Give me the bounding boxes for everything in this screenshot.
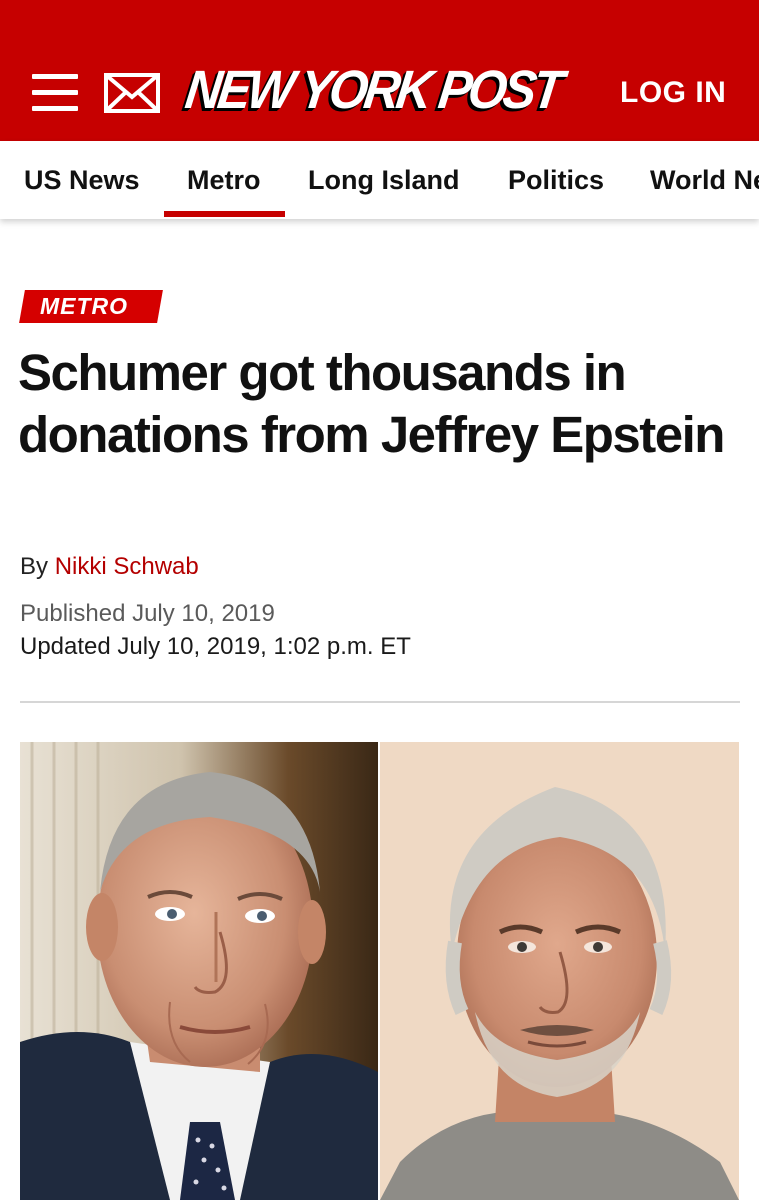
nav-item-world-news[interactable]: World Ne (650, 163, 759, 197)
photo-right-mugshot (380, 742, 739, 1200)
site-header: NEW YORK POST LOG IN (0, 0, 759, 141)
site-logo[interactable]: NEW YORK POST (182, 56, 563, 124)
nav-item-metro[interactable]: Metro (187, 163, 261, 197)
mail-icon[interactable] (104, 73, 160, 113)
author-link[interactable]: Nikki Schwab (55, 553, 199, 580)
byline: By Nikki Schwab (20, 552, 199, 582)
photo-left-portrait (20, 742, 378, 1200)
hamburger-menu-icon[interactable] (32, 74, 78, 112)
login-button[interactable]: LOG IN (620, 74, 726, 112)
nav-item-long-island[interactable]: Long Island (308, 163, 460, 197)
byline-prefix: By (20, 553, 49, 580)
section-nav: US News Metro Long Island Politics World… (0, 141, 759, 219)
active-nav-indicator (164, 211, 285, 217)
updated-date: Updated July 10, 2019, 1:02 p.m. ET (20, 633, 411, 660)
nav-item-us-news[interactable]: US News (24, 163, 140, 197)
section-badge-label[interactable]: METRO (40, 291, 128, 322)
published-date: Published July 10, 2019 (20, 600, 275, 627)
nav-item-politics[interactable]: Politics (508, 163, 604, 197)
article-headline: Schumer got thousands in donations from … (18, 344, 725, 463)
divider (20, 701, 740, 703)
